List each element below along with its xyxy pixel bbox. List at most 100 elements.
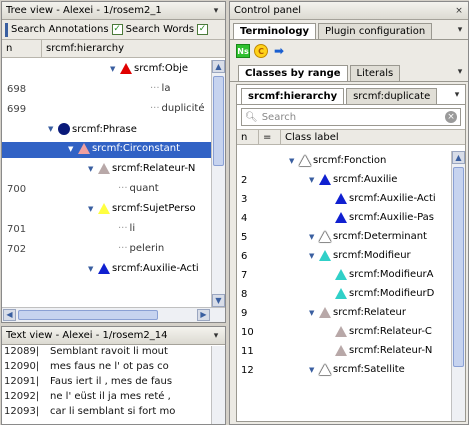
line-number: 12092| bbox=[4, 391, 40, 402]
tree-node-label: quant bbox=[129, 183, 159, 194]
col-n[interactable]: n bbox=[2, 40, 42, 57]
class-row[interactable]: ▼ srcmf:Fonction bbox=[237, 153, 451, 171]
c-icon[interactable]: C bbox=[254, 44, 268, 58]
search-annotations-checkbox[interactable]: ✓ bbox=[111, 24, 123, 35]
class-row-number: 2 bbox=[241, 175, 248, 186]
class-row[interactable]: 12 ▼ srcmf:Satellite bbox=[237, 362, 451, 380]
text-line[interactable]: 12093| car li semblant si fort mo bbox=[2, 406, 211, 421]
scroll-left-icon[interactable]: ◀ bbox=[3, 309, 16, 321]
expand-icon[interactable]: ▼ bbox=[110, 65, 118, 73]
tab-classes-by-range[interactable]: Classes by range bbox=[238, 65, 348, 81]
tree-row[interactable]: ▼ srcmf:Relateur-N bbox=[2, 162, 211, 178]
tree-node-label: srcmf:SujetPerso bbox=[112, 203, 196, 214]
scroll-up-icon[interactable]: ▲ bbox=[212, 60, 225, 73]
tree-row[interactable]: ▼ srcmf:Obje bbox=[2, 62, 211, 78]
col-class-label[interactable]: Class label bbox=[281, 130, 465, 144]
expand-icon[interactable]: ▼ bbox=[309, 252, 317, 260]
arrow-icon[interactable]: ➡ bbox=[272, 44, 286, 58]
tree-row[interactable]: 698 ··· la bbox=[2, 82, 211, 98]
col-n[interactable]: n bbox=[237, 130, 259, 144]
class-row-number: 3 bbox=[241, 194, 248, 205]
tree-row[interactable]: ▼ srcmf:Auxilie-Acti bbox=[2, 262, 211, 278]
expand-icon[interactable]: ▼ bbox=[68, 145, 76, 153]
tree-row[interactable]: 700 ··· quant bbox=[2, 182, 211, 198]
scroll-down-icon[interactable]: ▼ bbox=[212, 294, 225, 307]
class-search-field[interactable]: 🔍︎ Search × bbox=[241, 108, 461, 126]
dropdown-icon[interactable]: ▾ bbox=[211, 331, 221, 341]
scroll-thumb[interactable] bbox=[453, 167, 464, 367]
class-row[interactable]: 5 ▼ srcmf:Determinant bbox=[237, 229, 451, 247]
tree-row[interactable]: ▼ srcmf:SujetPerso bbox=[2, 202, 211, 218]
text-line[interactable]: 12091| Faus iert il , mes de faus bbox=[2, 376, 211, 391]
expand-icon[interactable]: ▼ bbox=[88, 165, 96, 173]
class-row[interactable]: 7 srcmf:ModifieurA bbox=[237, 267, 451, 285]
text-line[interactable]: 12089| Semblant ravoit li mout bbox=[2, 346, 211, 361]
resize-handle[interactable] bbox=[5, 22, 8, 37]
class-row[interactable]: 3 srcmf:Auxilie-Acti bbox=[237, 191, 451, 209]
text-vertical-scrollbar[interactable] bbox=[211, 346, 225, 424]
search-words-checkbox[interactable]: ✓ bbox=[197, 24, 209, 35]
tab-srcmf-duplicate[interactable]: srcmf:duplicate bbox=[346, 88, 438, 104]
class-row[interactable]: 8 srcmf:ModifieurD bbox=[237, 286, 451, 304]
dropdown-icon[interactable]: ▾ bbox=[455, 25, 465, 35]
ns-icon[interactable]: Ns bbox=[236, 44, 250, 58]
class-row[interactable]: 4 srcmf:Auxilie-Pas bbox=[237, 210, 451, 228]
main-tabbar: Terminology Plugin configuration ▾ bbox=[230, 20, 468, 40]
expand-icon[interactable]: ▼ bbox=[309, 366, 317, 374]
tree-vertical-scrollbar[interactable]: ▲ ▼ bbox=[211, 60, 225, 307]
tree-row[interactable]: 699 ··· duplicité bbox=[2, 102, 211, 118]
expand-icon[interactable]: ▼ bbox=[309, 233, 317, 241]
tab-terminology[interactable]: Terminology bbox=[233, 23, 317, 39]
class-row[interactable]: 9 ▼ srcmf:Relateur bbox=[237, 305, 451, 323]
class-row-number: 9 bbox=[241, 308, 248, 319]
tree-column-header: n srcmf:hierarchy bbox=[2, 40, 225, 58]
tree-row[interactable]: ▼ srcmf:Phrase bbox=[2, 122, 211, 138]
row-number: 702 bbox=[7, 244, 27, 255]
expand-icon[interactable]: ▼ bbox=[88, 205, 96, 213]
class-row[interactable]: 10 srcmf:Relateur-C bbox=[237, 324, 451, 342]
dropdown-icon[interactable]: ▾ bbox=[452, 90, 462, 100]
col-hierarchy[interactable]: srcmf:hierarchy bbox=[42, 40, 225, 57]
dropdown-icon[interactable]: ▾ bbox=[211, 6, 221, 16]
expand-icon[interactable]: ▼ bbox=[309, 309, 317, 317]
tree-row[interactable]: 702 ··· pelerin bbox=[2, 242, 211, 258]
tab-srcmf-hierarchy[interactable]: srcmf:hierarchy bbox=[241, 88, 345, 104]
class-row-number: 7 bbox=[241, 270, 248, 281]
tree-node-label: srcmf:Circonstant bbox=[92, 143, 180, 154]
col-eq[interactable]: = bbox=[259, 130, 281, 144]
expand-icon[interactable]: ▼ bbox=[88, 265, 96, 273]
class-triangle-icon bbox=[120, 63, 132, 74]
line-number: 12090| bbox=[4, 361, 40, 372]
expand-icon[interactable]: ▼ bbox=[289, 157, 297, 165]
expand-icon[interactable]: ▼ bbox=[48, 125, 56, 133]
tree-row[interactable]: ▼ srcmf:Circonstant bbox=[2, 142, 211, 158]
scroll-right-icon[interactable]: ▶ bbox=[197, 309, 210, 321]
line-number: 12091| bbox=[4, 376, 40, 387]
text-line[interactable]: 12092| ne l' eüst il ja mes reté , bbox=[2, 391, 211, 406]
tree-horizontal-scrollbar[interactable]: ◀ ▶ bbox=[2, 307, 225, 322]
class-row-number: 10 bbox=[241, 327, 254, 338]
tree-body: ▼ srcmf:Obje 698 ··· la 699 ··· duplicité ▼ srcmf… bbox=[2, 60, 211, 307]
tree-node-label: srcmf:Auxilie-Acti bbox=[112, 263, 199, 274]
class-triangle-icon bbox=[299, 155, 311, 166]
control-panel-title: Control panel bbox=[234, 5, 302, 16]
class-triangle-icon bbox=[335, 269, 347, 280]
class-row[interactable]: 11 srcmf:Relateur-N bbox=[237, 343, 451, 361]
hscroll-thumb[interactable] bbox=[18, 310, 158, 320]
tab-plugin-configuration[interactable]: Plugin configuration bbox=[318, 23, 433, 39]
control-panel-titlebar: Control panel × bbox=[230, 2, 468, 20]
clear-icon[interactable]: × bbox=[445, 111, 457, 123]
text-line[interactable]: 12090| mes faus ne l' ot pas co bbox=[2, 361, 211, 376]
scroll-thumb[interactable] bbox=[213, 76, 224, 166]
class-row-number: 11 bbox=[241, 346, 254, 357]
tree-row[interactable]: 701 ··· li bbox=[2, 222, 211, 238]
expand-icon[interactable]: ▼ bbox=[309, 176, 317, 184]
close-icon[interactable]: × bbox=[454, 6, 464, 16]
dropdown-icon[interactable]: ▾ bbox=[455, 67, 465, 77]
scroll-up-icon[interactable]: ▲ bbox=[452, 151, 465, 164]
row-number: 701 bbox=[7, 224, 27, 235]
tab-literals[interactable]: Literals bbox=[349, 65, 401, 81]
class-row[interactable]: 2 ▼ srcmf:Auxilie bbox=[237, 172, 451, 190]
class-row[interactable]: 6 ▼ srcmf:Modifieur bbox=[237, 248, 451, 266]
class-vertical-scrollbar[interactable]: ▲ bbox=[451, 151, 465, 421]
